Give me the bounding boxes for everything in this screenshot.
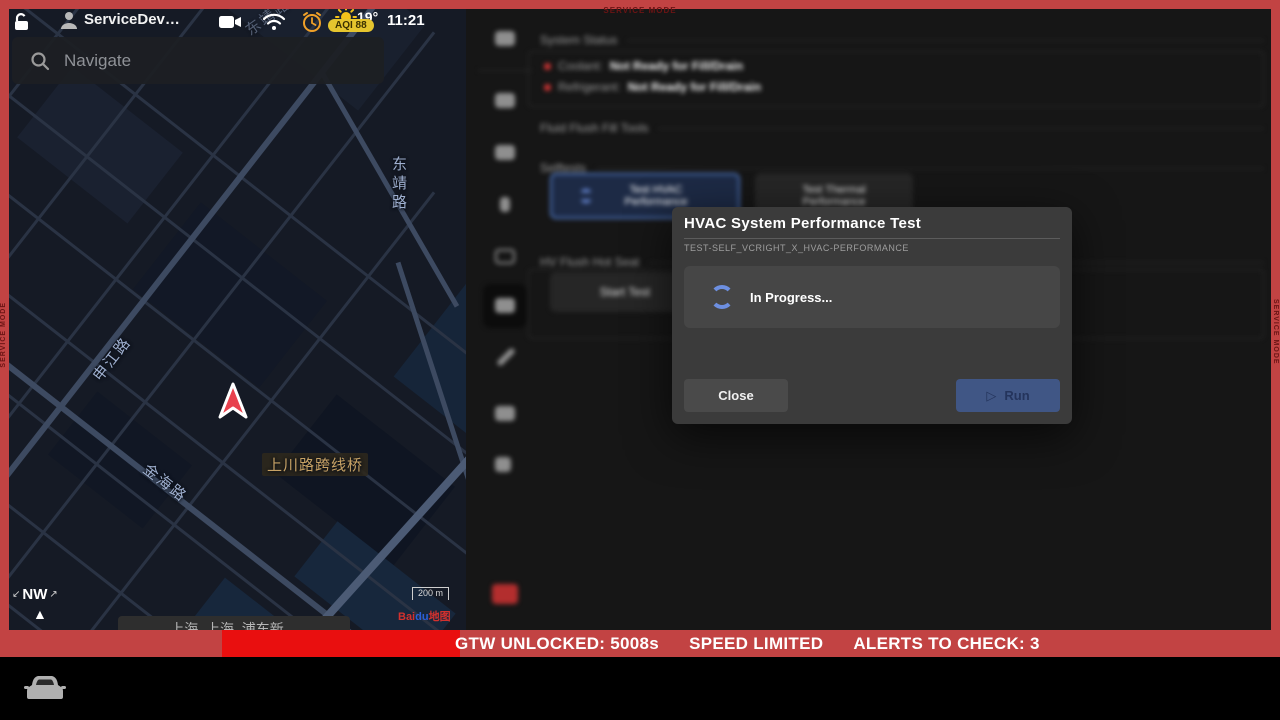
dialog-test-code: TEST-SELF_VCRIGHT_X_HVAC-PERFORMANCE: [684, 243, 909, 253]
speed-limited-status: SPEED LIMITED: [689, 634, 823, 654]
dialog-title: HVAC System Performance Test: [684, 215, 921, 232]
map-panel[interactable]: 东靖路 申江路 金海路 上川路跨线桥 东靖路 ↙ NW ↗ ▲ 200 m Ba…: [0, 0, 466, 630]
car-controls-icon[interactable]: [24, 673, 66, 703]
sidebar-tab-icon[interactable]: [495, 31, 515, 46]
screen: 东靖路 申江路 金海路 上川路跨线桥 东靖路 ↙ NW ↗ ▲ 200 m Ba…: [0, 0, 1280, 720]
sidebar-divider: [478, 70, 532, 71]
alerts-to-check-status: ALERTS TO CHECK: 3: [853, 634, 1039, 654]
play-icon: ▷: [986, 388, 996, 404]
service-mode-label: SERVICE MODE: [1272, 299, 1279, 365]
search-placeholder: Navigate: [64, 51, 131, 71]
compass-control[interactable]: ↙ NW ↗: [12, 586, 58, 603]
dashcam-icon[interactable]: [218, 14, 242, 30]
service-mode-right-bar: SERVICE MODE: [1271, 9, 1280, 630]
service-mode-label: SERVICE MODE: [0, 302, 7, 368]
dialog-divider: [684, 238, 1060, 239]
section-fluid-tools: Fluid Flush Fill Tools: [540, 121, 1264, 135]
aqi-badge: AQI 88: [328, 19, 374, 32]
search-icon: [30, 51, 50, 71]
progress-spinner-icon: [710, 285, 734, 309]
sidebar-tab-icon[interactable]: [495, 406, 515, 421]
map-label-dongjing: 东靖路: [388, 156, 409, 213]
run-button[interactable]: ▷ Run: [956, 379, 1060, 412]
status-row-coolant: Coolant: Not Ready for Fill/Drain: [544, 59, 743, 73]
hvac-test-dialog: HVAC System Performance Test TEST-SELF_V…: [672, 207, 1072, 424]
compass-arrow-left-icon: ↙: [12, 589, 20, 600]
sidebar-tab-icon[interactable]: [495, 457, 511, 472]
button-spinner-icon: [579, 189, 593, 203]
service-mode-left-bar: SERVICE MODE: [0, 9, 9, 630]
current-location-label: 上海, 上海, 浦东新…: [118, 616, 350, 630]
service-mode-top-bar: SERVICE MODE: [0, 0, 1280, 9]
progress-panel: In Progress...: [684, 266, 1060, 328]
section-system-status: System Status: [540, 33, 1264, 47]
gtw-unlocked-status: GTW UNLOCKED: 5008s: [455, 634, 659, 654]
sidebar-alert-icon: [492, 584, 518, 604]
sidebar-tab-icon[interactable]: [495, 145, 515, 160]
taskbar: ‹ 21.0 › ••• i ♪ ★: [0, 657, 1280, 720]
sidebar-tab-icon[interactable]: [495, 249, 515, 264]
compass-arrow-right-icon: ↗: [49, 589, 57, 600]
map-scale: 200 m: [412, 587, 449, 600]
sidebar-tab-active[interactable]: [483, 284, 527, 328]
progress-text: In Progress...: [750, 290, 832, 305]
clock-time: 11:21: [387, 12, 425, 29]
profile-icon[interactable]: [58, 9, 80, 31]
service-alert-banner: GTW UNLOCKED: 5008s SPEED LIMITED ALERTS…: [0, 630, 1280, 657]
navigate-search-input[interactable]: Navigate: [12, 37, 384, 84]
wifi-icon[interactable]: [262, 13, 286, 31]
compass-needle-icon: ▲: [33, 606, 47, 622]
map-label-bridge: 上川路跨线桥: [262, 453, 368, 476]
sidebar-tab-icon[interactable]: [500, 197, 510, 212]
alarm-clock-icon: [301, 11, 323, 33]
banner-highlight: [222, 630, 460, 657]
baidu-attribution: Baidu地图: [398, 608, 451, 624]
baidu-logo-du: du: [415, 611, 428, 623]
banner-text: GTW UNLOCKED: 5008s SPEED LIMITED ALERTS…: [455, 630, 1040, 657]
close-button[interactable]: Close: [684, 379, 788, 412]
unlocked-padlock-icon: [12, 12, 32, 32]
status-dot-red: [544, 63, 551, 70]
status-dot-red: [544, 84, 551, 91]
service-mode-label: SERVICE MODE: [603, 6, 676, 15]
map-block: [17, 66, 183, 223]
status-row-refrigerant: Refrigerant: Not Ready for Fill/Drain: [544, 80, 761, 94]
vehicle-location-arrow-icon: [214, 380, 252, 424]
sidebar-tab-icon[interactable]: [495, 93, 515, 108]
baidu-logo-bai: Bai: [398, 611, 415, 623]
baidu-logo-map: 地图: [429, 611, 451, 623]
profile-name[interactable]: ServiceDev…: [84, 11, 180, 28]
map-block: [275, 394, 455, 565]
compass-heading: NW: [22, 586, 47, 603]
sidebar-tab-icon[interactable]: [496, 347, 516, 367]
